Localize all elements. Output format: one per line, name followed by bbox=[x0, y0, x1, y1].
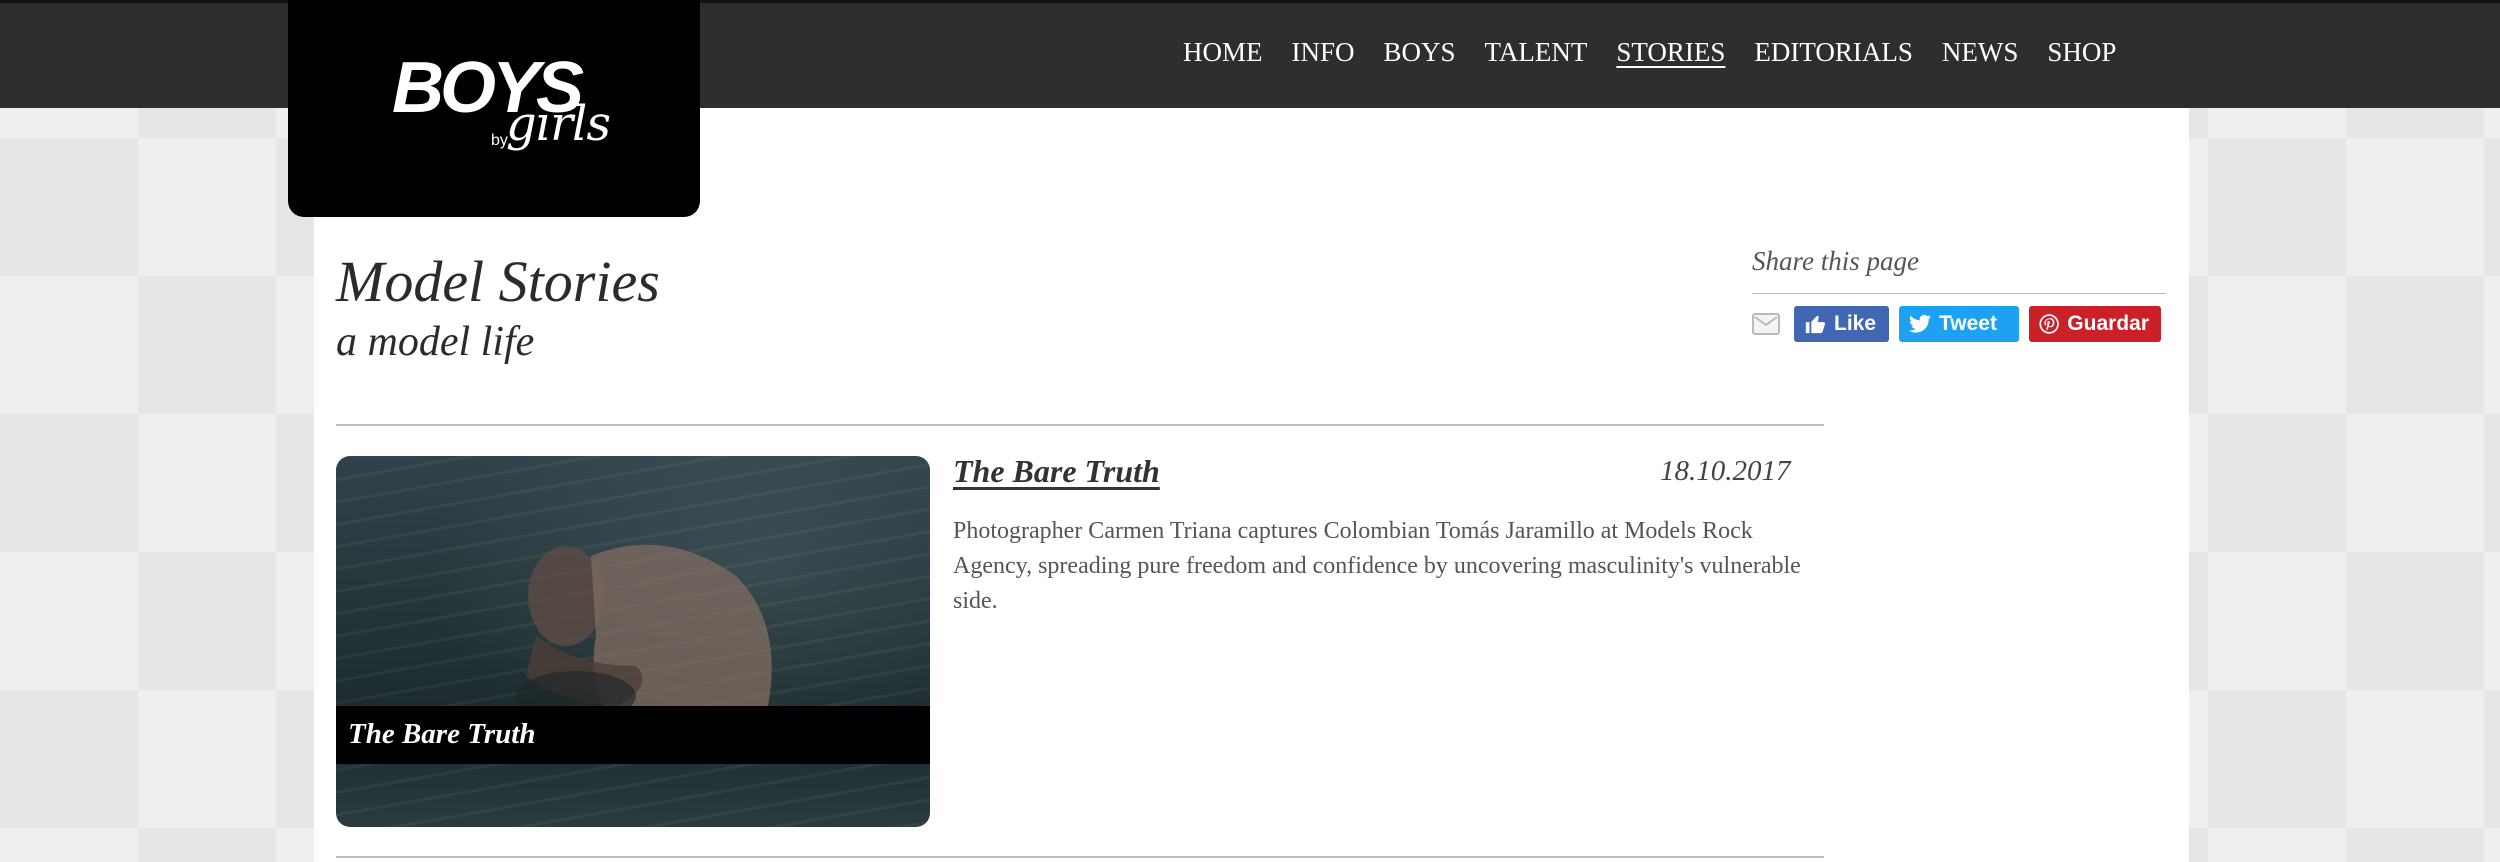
nav-item-news[interactable]: NEWS bbox=[1942, 37, 2019, 68]
page-subtitle: a model life bbox=[336, 319, 535, 365]
divider-top bbox=[336, 424, 1824, 426]
thumbs-up-icon bbox=[1805, 315, 1826, 334]
story-description: Photographer Carmen Triana captures Colo… bbox=[953, 518, 1801, 614]
nav-item-stories[interactable]: STORIES bbox=[1616, 37, 1725, 68]
pinterest-save-label: Guardar bbox=[2067, 312, 2149, 335]
nav-item-editorials[interactable]: EDITORIALS bbox=[1754, 37, 1913, 68]
share-label: Share this page bbox=[1752, 246, 1919, 276]
story-image-caption: The Bare Truth bbox=[348, 718, 536, 750]
tweet-button[interactable]: Tweet bbox=[1899, 306, 2019, 342]
story-caption-bar: The Bare Truth bbox=[336, 706, 930, 764]
nav-item-boys[interactable]: BOYS bbox=[1384, 37, 1456, 68]
nav-item-talent[interactable]: TALENT bbox=[1485, 37, 1588, 68]
brand-logo[interactable]: BOYS by girls bbox=[288, 0, 700, 217]
tweet-label: Tweet bbox=[1939, 312, 1997, 335]
story-title-link[interactable]: The Bare Truth bbox=[953, 453, 1160, 490]
logo-sub-text: girls bbox=[506, 96, 611, 152]
nav-item-info[interactable]: INFO bbox=[1292, 37, 1355, 68]
share-buttons: Like Tweet Guardar bbox=[1752, 306, 2171, 342]
story-thumbnail[interactable]: The Bare Truth bbox=[336, 456, 930, 827]
page-title: Model Stories bbox=[336, 249, 660, 314]
pinterest-save-button[interactable]: Guardar bbox=[2029, 306, 2161, 342]
email-icon[interactable] bbox=[1752, 313, 1780, 335]
story-date: 18.10.2017 bbox=[1660, 455, 1791, 487]
divider-bottom bbox=[336, 856, 1824, 858]
nav-item-home[interactable]: HOME bbox=[1183, 37, 1263, 68]
share-divider bbox=[1752, 293, 2166, 294]
nav-item-shop[interactable]: SHOP bbox=[2047, 37, 2116, 68]
pinterest-icon bbox=[2039, 314, 2059, 334]
twitter-bird-icon bbox=[1909, 314, 1931, 333]
main-nav: HOME INFO BOYS TALENT STORIES EDITORIALS… bbox=[1183, 37, 2116, 68]
facebook-like-button[interactable]: Like bbox=[1794, 306, 1889, 342]
facebook-like-label: Like bbox=[1834, 312, 1877, 335]
